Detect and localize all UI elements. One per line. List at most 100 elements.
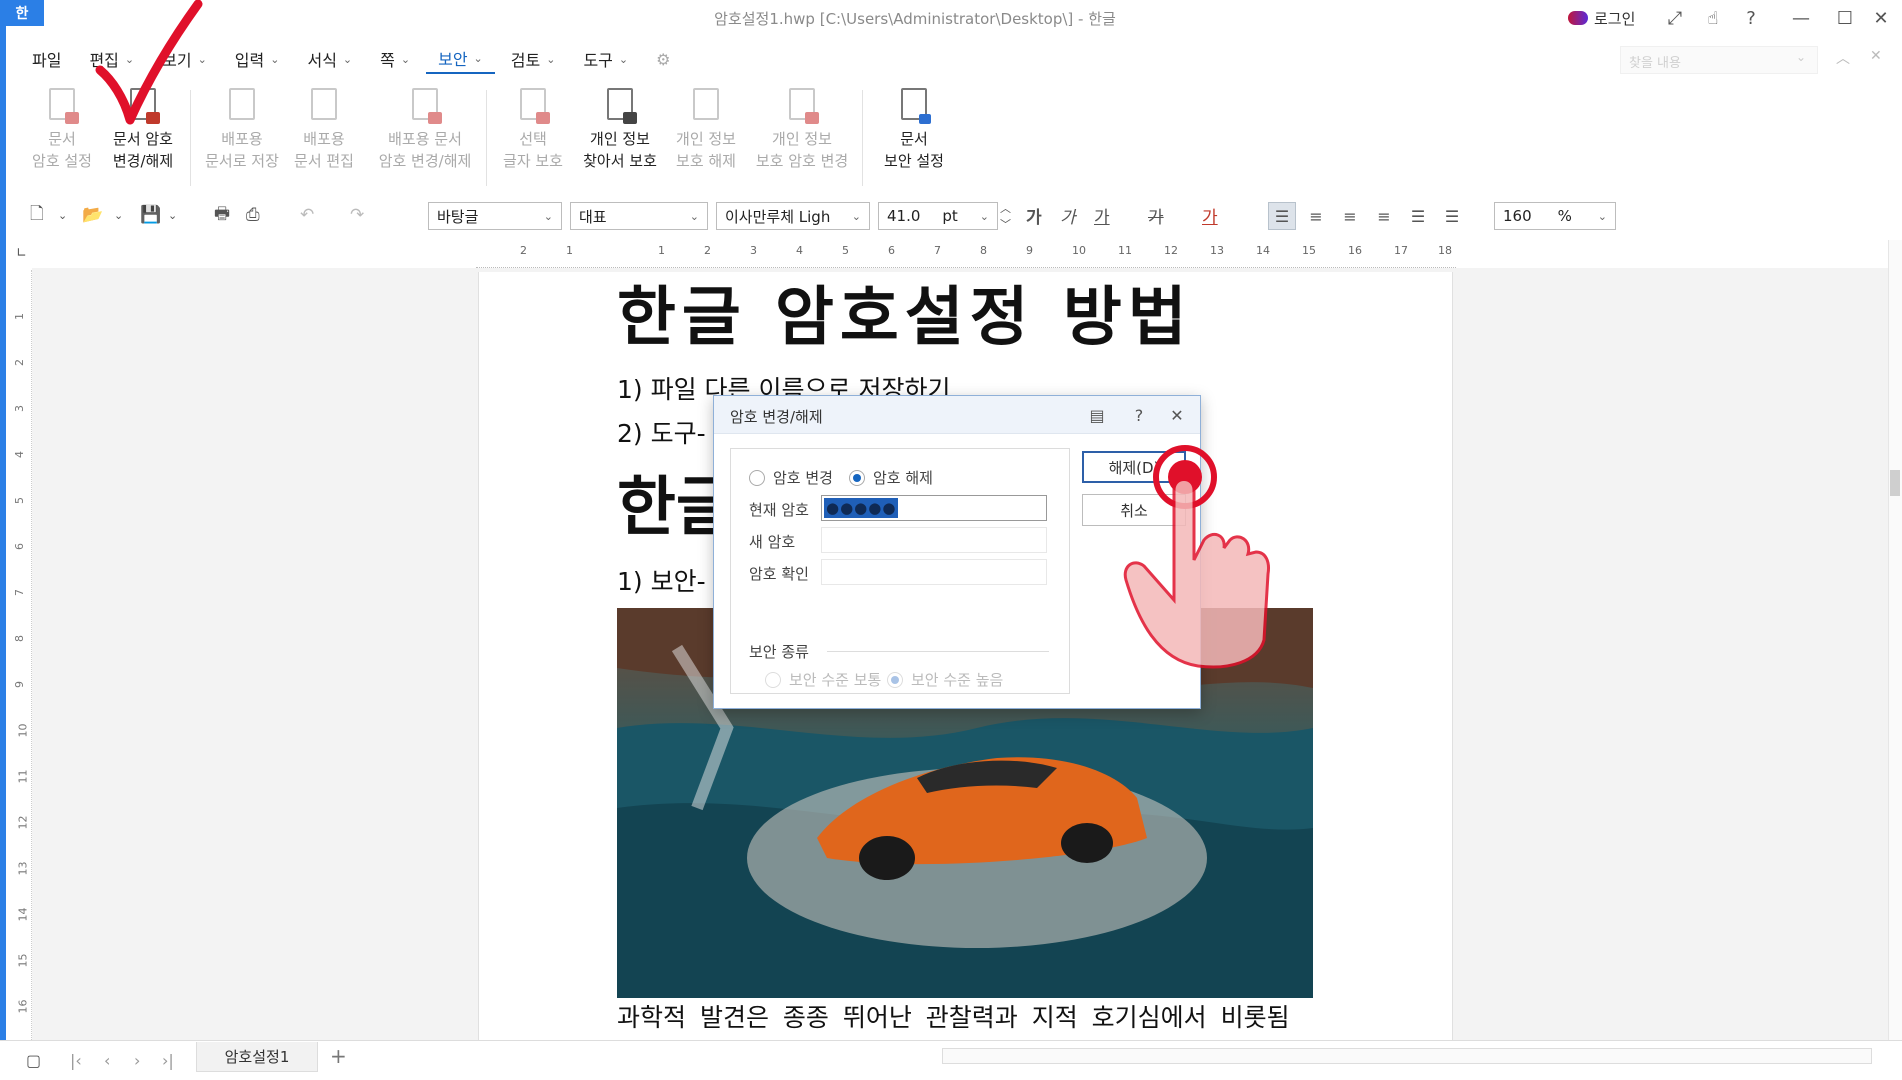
release-private-button[interactable]: 개인 정보 보호 해제: [670, 86, 742, 172]
addon-icon[interactable]: ⚙: [644, 44, 682, 74]
underline-button[interactable]: 가: [1094, 200, 1110, 230]
first-page-icon[interactable]: |‹: [70, 1051, 82, 1070]
page-view-icon[interactable]: ▢: [26, 1051, 41, 1070]
save-icon[interactable]: 💾: [140, 200, 161, 230]
italic-button[interactable]: 가: [1060, 200, 1076, 230]
edit-distribution-doc-button[interactable]: 배포용 문서 편집: [288, 86, 360, 172]
add-tab-button[interactable]: +: [330, 1044, 347, 1068]
collapse-ribbon-icon[interactable]: ︿: [1836, 48, 1850, 68]
chevron-down-icon[interactable]: ⌄: [1796, 50, 1806, 64]
radio-security-high[interactable]: 보안 수준 높음: [887, 669, 1003, 690]
document-lock-icon: [783, 86, 821, 124]
menu-view[interactable]: 보기 ⌄: [150, 44, 219, 74]
font-size-input[interactable]: 41.0 pt ⌄: [878, 202, 998, 230]
print-icon[interactable]: 🖶: [214, 200, 230, 230]
prev-page-icon[interactable]: ‹: [104, 1051, 110, 1070]
close-window-icon[interactable]: ✕: [1866, 6, 1896, 30]
find-input[interactable]: 찾을 내용: [1620, 46, 1818, 74]
close-doc-icon[interactable]: ✕: [1870, 48, 1882, 64]
open-folder-icon[interactable]: 📂: [82, 200, 103, 230]
divide-icon[interactable]: ☰: [1438, 202, 1466, 230]
doc-password-set-button[interactable]: 문서 암호 설정: [30, 86, 94, 172]
save-distribution-doc-button[interactable]: 배포용 문서로 저장: [202, 86, 282, 172]
align-right-icon[interactable]: ≡: [1370, 202, 1398, 230]
vertical-ruler[interactable]: 1 2 3 4 5 6 7 8 9 10 11 12 13 14 15 16: [12, 270, 32, 1050]
zoom-input[interactable]: 160 % ⌄: [1494, 202, 1616, 230]
radio-circle: [887, 671, 903, 688]
distribution-password-button[interactable]: 배포용 문서 암호 변경/해제: [370, 86, 480, 172]
last-page-icon[interactable]: ›|: [162, 1051, 174, 1070]
new-password-field[interactable]: [821, 527, 1047, 553]
horizontal-ruler[interactable]: 2 1 1 2 3 4 5 6 7 8 9 10 11 12 13 14 15 …: [476, 240, 1456, 268]
style-select[interactable]: 바탕글 ⌄: [428, 202, 562, 230]
menu-page[interactable]: 쪽 ⌄: [368, 44, 422, 74]
touch-mode-icon[interactable]: ☝: [1698, 6, 1728, 30]
login-label: 로그인: [1594, 9, 1636, 28]
undo-icon[interactable]: ↶: [300, 200, 314, 230]
document-lock-icon: [406, 86, 444, 124]
radio-release-password[interactable]: 암호 해제: [849, 467, 933, 488]
align-left-icon[interactable]: ≡: [1302, 202, 1330, 230]
ruler-corner-icon[interactable]: ∟: [16, 246, 27, 261]
chevron-down-icon: ⌄: [689, 209, 699, 223]
current-password-field[interactable]: ●●●●●: [821, 495, 1047, 521]
doc-password-change-button[interactable]: 문서 암호 변경/해제: [102, 86, 184, 172]
fullscreen-icon[interactable]: ⤢: [1660, 6, 1690, 30]
ribbon-divider: [862, 90, 863, 186]
menu-edit[interactable]: 편집 ⌄: [77, 44, 146, 74]
strike-button[interactable]: 가: [1148, 200, 1164, 230]
maximize-icon[interactable]: ☐: [1830, 6, 1860, 30]
document-lock-icon: [124, 86, 162, 124]
size-stepper[interactable]: ︿ ﹀: [1000, 200, 1011, 231]
distribute-icon[interactable]: ☰: [1404, 202, 1432, 230]
language-select[interactable]: 대표 ⌄: [570, 202, 708, 230]
account-icon: [1568, 11, 1588, 25]
menu-insert[interactable]: 입력 ⌄: [223, 44, 292, 74]
horizontal-scrollbar[interactable]: [942, 1048, 1872, 1064]
next-page-icon[interactable]: ›: [134, 1051, 140, 1070]
new-password-label: 새 암호: [749, 533, 796, 551]
radio-circle: [849, 469, 865, 486]
menu-file[interactable]: 파일: [20, 44, 73, 74]
menu-format[interactable]: 서식 ⌄: [295, 44, 364, 74]
doc-security-settings-button[interactable]: 문서 보안 설정: [876, 86, 952, 172]
redo-icon[interactable]: ↷: [350, 200, 364, 230]
vertical-scrollbar[interactable]: [1888, 240, 1902, 1040]
font-color-button[interactable]: 가: [1202, 200, 1218, 230]
comment-icon[interactable]: ▤: [1084, 402, 1110, 428]
help-icon[interactable]: ?: [1736, 6, 1766, 30]
confirm-password-field[interactable]: [821, 559, 1047, 585]
find-protect-private-button[interactable]: 개인 정보 찾아서 보호: [578, 86, 662, 172]
radio-security-normal[interactable]: 보안 수준 보통: [765, 669, 881, 690]
document-tab[interactable]: 암호설정1: [196, 1042, 318, 1072]
private-password-change-button[interactable]: 개인 정보 보호 암호 변경: [752, 86, 852, 172]
release-button[interactable]: 해제(D): [1082, 451, 1186, 483]
chevron-down-icon[interactable]: ⌄: [58, 200, 67, 230]
bold-button[interactable]: 가: [1026, 200, 1042, 230]
chevron-down-icon[interactable]: ⌄: [168, 200, 177, 230]
align-center-icon[interactable]: ≡: [1336, 202, 1364, 230]
chevron-down-icon[interactable]: ⌄: [114, 200, 123, 230]
align-justify-icon[interactable]: ☰: [1268, 202, 1296, 230]
menu-tools[interactable]: 도구 ⌄: [571, 44, 640, 74]
cancel-button[interactable]: 취소: [1082, 494, 1186, 526]
login-button[interactable]: 로그인: [1568, 6, 1635, 30]
menu-security[interactable]: 보안 ⌄: [426, 44, 495, 74]
font-select[interactable]: 이사만루체 Ligh ⌄: [716, 202, 870, 230]
close-icon[interactable]: ✕: [1164, 402, 1190, 428]
chevron-down-icon: ⌄: [342, 52, 353, 66]
confirm-password-label: 암호 확인: [749, 565, 809, 583]
help-icon[interactable]: ?: [1126, 402, 1152, 428]
scrollbar-thumb[interactable]: [1890, 470, 1900, 496]
menu-review[interactable]: 검토 ⌄: [499, 44, 568, 74]
chevron-down-icon: ⌄: [473, 51, 483, 65]
document-unlock-icon: [687, 86, 725, 124]
print-preview-icon[interactable]: ⎙: [246, 200, 260, 230]
radio-circle: [765, 671, 781, 688]
chevron-down-icon: ⌄: [124, 52, 135, 66]
protect-selection-button[interactable]: 선택 글자 보호: [498, 86, 568, 172]
radio-change-password[interactable]: 암호 변경: [749, 467, 833, 488]
minimize-icon[interactable]: —: [1786, 6, 1816, 30]
new-doc-icon[interactable]: 🗋: [30, 200, 44, 230]
radio-circle: [749, 469, 765, 486]
